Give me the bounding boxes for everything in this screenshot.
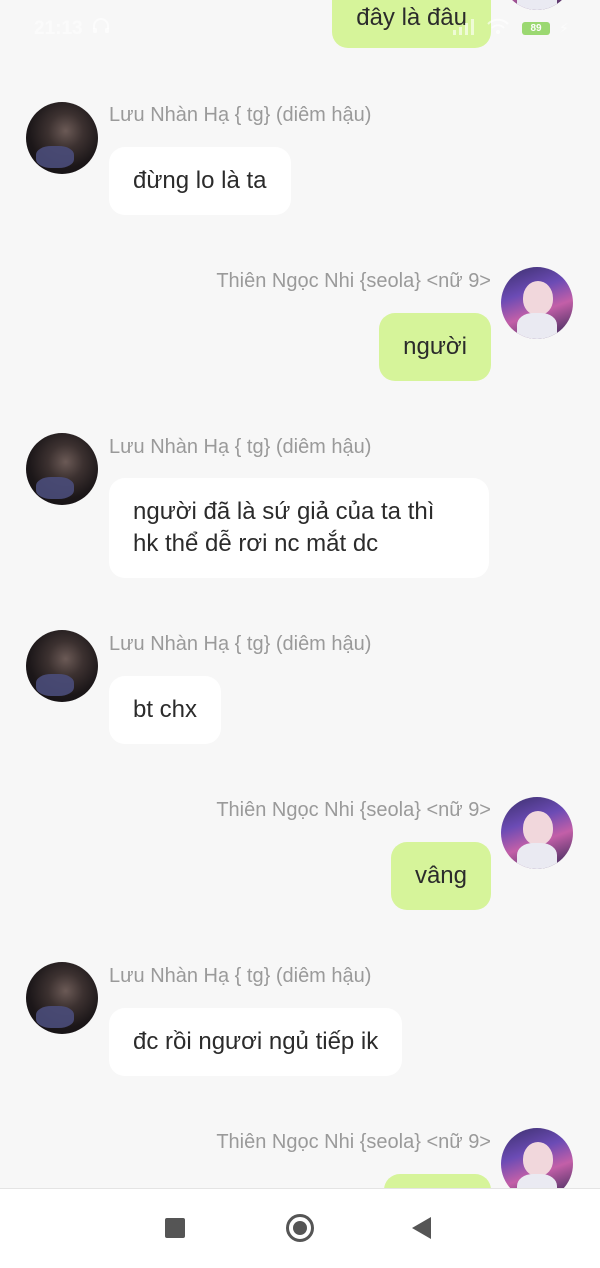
status-bar: 21:13 89 ⚡ [0,0,600,58]
sender-avatar[interactable] [26,433,98,505]
sender-avatar[interactable] [26,630,98,702]
battery-level: 89 [530,23,542,34]
battery-icon: 89 [522,22,550,35]
signal-icon [453,19,474,35]
chat-thread[interactable]: đây là đâu Lưu Nhàn Hạ { tg} (diêm hậu) … [0,0,600,1188]
triangle-back-icon [412,1217,431,1239]
charging-icon: ⚡ [559,20,569,36]
message-bubble-incoming[interactable]: người đã là sứ giả của ta thì hk thể dễ … [109,478,489,578]
system-nav-bar [0,1188,600,1268]
sender-avatar[interactable] [501,267,573,339]
message-bubble-incoming[interactable]: đừng lo là ta [109,147,291,215]
sender-name: Thiên Ngọc Nhi {seola} <nữ 9> [216,1131,491,1153]
sender-avatar[interactable] [501,797,573,869]
sender-name: Lưu Nhàn Hạ { tg} (diêm hậu) [109,965,372,987]
sender-name: Lưu Nhàn Hạ { tg} (diêm hậu) [109,104,372,126]
circle-home-icon [286,1214,314,1242]
sender-avatar[interactable] [26,102,98,174]
clock: 21:13 [34,18,83,39]
back-button[interactable] [382,1189,462,1268]
square-icon [165,1218,185,1238]
sender-avatar[interactable] [501,1128,573,1188]
message-bubble-outgoing[interactable] [384,1174,491,1188]
message-bubble-outgoing[interactable]: vâng [390,842,491,910]
home-button[interactable] [260,1189,340,1268]
sender-name: Lưu Nhàn Hạ { tg} (diêm hậu) [109,436,372,458]
headset-icon [93,18,109,33]
recent-apps-button[interactable] [135,1189,215,1268]
sender-name: Lưu Nhàn Hạ { tg} (diêm hậu) [109,633,372,655]
message-bubble-incoming[interactable]: bt chx [109,676,222,744]
sender-avatar[interactable] [26,962,98,1034]
message-bubble-outgoing[interactable]: người [379,313,491,381]
wifi-icon [487,18,509,34]
message-bubble-incoming[interactable]: đc rồi ngươi ngủ tiếp ik [109,1008,403,1076]
sender-name: Thiên Ngọc Nhi {seola} <nữ 9> [216,270,491,292]
sender-name: Thiên Ngọc Nhi {seola} <nữ 9> [216,799,491,821]
